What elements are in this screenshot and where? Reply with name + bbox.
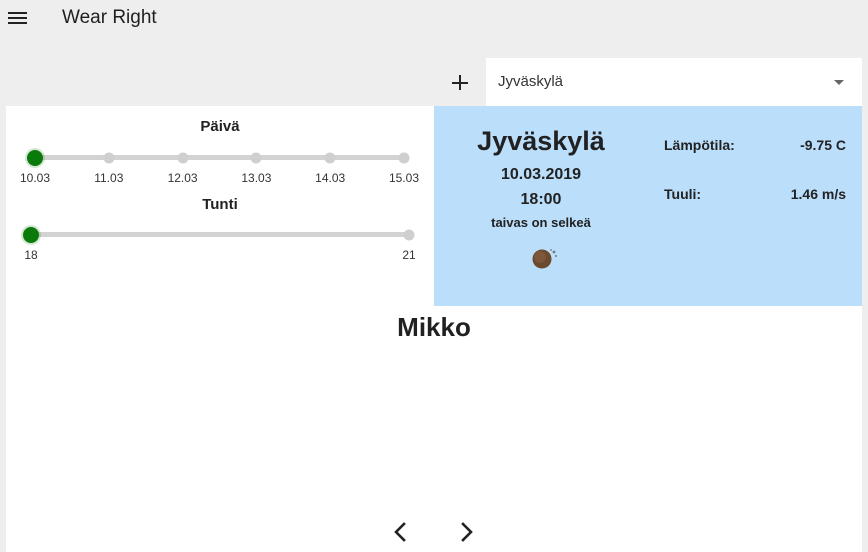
weather-panel: Jyväskylä 10.03.2019 18:00 taivas on sel… (434, 106, 862, 306)
weather-time: 18:00 (520, 191, 562, 208)
weather-date: 10.03.2019 (500, 166, 582, 183)
day-slider-mark-label: 15.03 (388, 171, 420, 185)
day-slider-mark[interactable] (250, 152, 262, 164)
location-select[interactable]: Jyväskylä (486, 58, 862, 106)
day-slider-track[interactable] (35, 155, 406, 160)
day-slider-mark[interactable] (177, 152, 189, 164)
clear-night-moon-icon (532, 249, 557, 269)
day-slider-mark-label: 14.03 (315, 171, 346, 185)
day-slider-mark[interactable] (103, 152, 115, 164)
temperature-label: Lämpötila: (664, 137, 735, 153)
day-slider-title: Päivä (200, 118, 240, 135)
wind-label: Tuuli: (664, 186, 702, 202)
app-bar: Wear Right (0, 0, 868, 40)
time-selector-panel: Päivä 10.03 11.03 12.03 13.03 14.03 15.03 Tun… (6, 106, 434, 306)
hour-slider-thumb[interactable] (23, 227, 39, 243)
menu-icon[interactable] (8, 10, 28, 26)
person-panel: Mikko (6, 306, 862, 552)
day-slider-mark[interactable] (324, 152, 336, 164)
app-title: Wear Right (62, 7, 157, 28)
day-slider-mark-label: 12.03 (167, 171, 198, 185)
hour-slider-track[interactable] (31, 232, 410, 237)
add-location-button[interactable] (446, 68, 474, 96)
hour-slider-mark-label: 18 (24, 248, 38, 262)
hour-slider-title: Tunti (202, 196, 238, 213)
person-name: Mikko (397, 312, 471, 342)
temperature-value: -9.75 C (800, 137, 846, 153)
day-slider-mark-label: 13.03 (241, 171, 272, 185)
day-slider-mark-label: 11.03 (94, 171, 124, 185)
hour-slider-mark[interactable] (403, 229, 415, 241)
location-select-value: Jyväskylä (498, 73, 564, 90)
weather-description: taivas on selkeä (491, 215, 591, 230)
wind-value: 1.46 m/s (790, 186, 846, 202)
weather-city: Jyväskylä (477, 126, 605, 156)
day-slider-mark[interactable] (398, 152, 410, 164)
chevron-left-icon[interactable] (389, 520, 411, 544)
day-slider-mark-label: 10.03 (19, 171, 51, 185)
chevron-right-icon[interactable] (456, 520, 478, 544)
day-slider-thumb[interactable] (27, 150, 43, 166)
hour-slider-mark-label: 21 (402, 248, 416, 262)
chevron-down-icon (834, 80, 844, 85)
